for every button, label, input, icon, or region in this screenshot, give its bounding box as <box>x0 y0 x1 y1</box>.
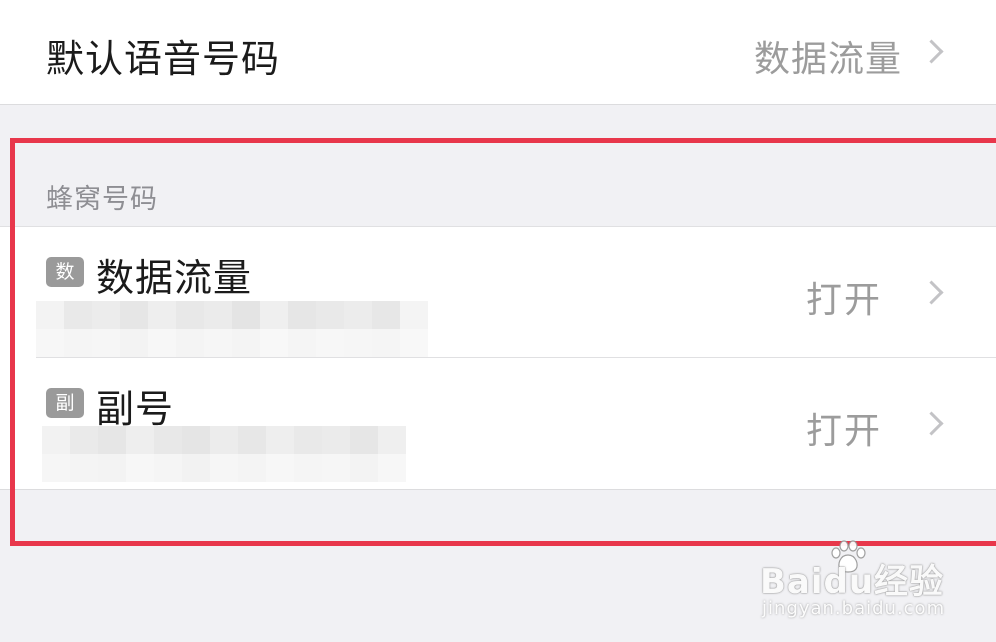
chevron-right-icon <box>919 411 944 436</box>
sim-name: 副号 <box>96 387 175 431</box>
sim-status: 打开 <box>805 280 882 321</box>
sim-status: 打开 <box>805 411 882 452</box>
cellular-numbers-list: 数 数据流量 打开 副 副号 打开 <box>0 226 996 490</box>
sim-row-secondary[interactable]: 副 副号 打开 <box>0 358 996 488</box>
chevron-right-icon <box>919 280 944 305</box>
sim-badge-icon: 数 <box>46 257 84 287</box>
chevron-right-icon <box>919 39 944 64</box>
sim-name: 数据流量 <box>96 256 253 300</box>
sim-badge-icon: 副 <box>46 388 84 418</box>
phone-number-redacted <box>36 301 428 357</box>
cellular-numbers-header: 蜂窝号码 <box>46 184 158 215</box>
baidu-paw-icon <box>831 540 866 573</box>
default-voice-number-value: 数据流量 <box>753 39 902 80</box>
baidu-jingyan-watermark: Baidu经验 jingyan.baidu.com <box>760 540 960 630</box>
default-voice-number-row[interactable]: 默认语音号码 数据流量 <box>0 0 996 105</box>
sim-row-data[interactable]: 数 数据流量 打开 <box>0 227 996 358</box>
phone-number-redacted <box>42 426 406 482</box>
watermark-brand: Baidu经验 <box>760 562 945 602</box>
watermark-url: jingyan.baidu.com <box>762 598 946 619</box>
default-voice-number-label: 默认语音号码 <box>46 37 281 81</box>
